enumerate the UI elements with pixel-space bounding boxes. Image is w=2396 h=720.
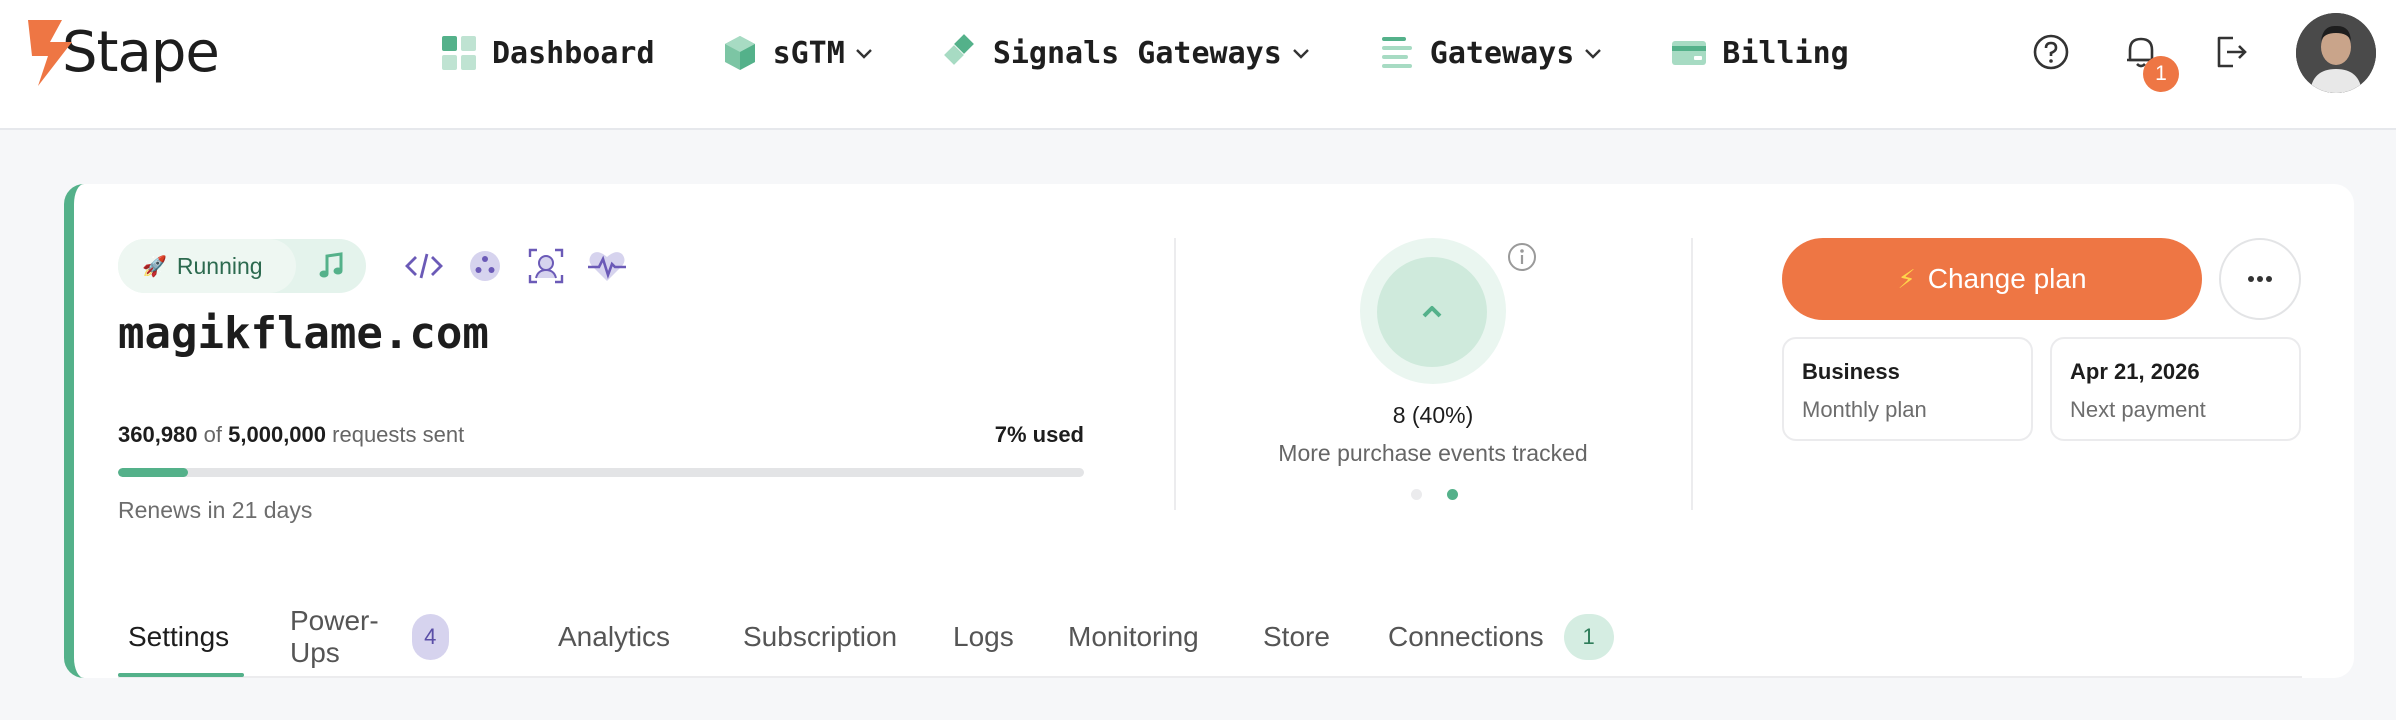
next-payment-date: Apr 21, 2026 [2070, 359, 2200, 384]
tab-subscription[interactable]: Subscription [733, 596, 897, 678]
tab-analytics[interactable]: Analytics [548, 596, 670, 678]
notification-badge: 1 [2143, 56, 2179, 92]
divider [1174, 238, 1176, 510]
status-toggle[interactable]: 🚀 Running [118, 239, 366, 293]
renews-text: Renews in 21 days [118, 497, 313, 523]
chevron-down-icon [855, 49, 872, 59]
tab-label: Subscription [743, 621, 898, 652]
logo-mark-icon [28, 20, 76, 86]
nav-sgtm-label: sGTM [772, 35, 845, 71]
plan-period: Monthly plan [1802, 397, 1927, 422]
logo-text: Stape [62, 20, 220, 85]
nav-billing[interactable]: Billing [1670, 28, 1849, 78]
promo-value: 8 (40%) [1392, 402, 1474, 428]
tab-connections[interactable]: Connections 1 [1378, 596, 1614, 678]
usage-text: 360,980 of 5,000,000 requests sent [118, 422, 464, 448]
tab-power-ups[interactable]: Power-Ups 4 [280, 596, 449, 678]
promo-expand-button[interactable] [1377, 257, 1487, 367]
card-icon [1672, 41, 1707, 65]
tab-store[interactable]: Store [1253, 596, 1330, 678]
promo-caption: More purchase events tracked [1278, 440, 1588, 466]
dashboard-icon [442, 36, 476, 70]
heartbeat-icon[interactable] [585, 244, 629, 288]
usage-total: 5,000,000 [228, 422, 327, 447]
plan-name: Business [1802, 359, 1900, 384]
chevron-down-icon [1585, 49, 1602, 59]
list-icon [1381, 37, 1412, 68]
nav-signals-gateways-label: Signals Gateways [992, 35, 1282, 71]
tab-label: Store [1263, 621, 1330, 652]
avatar[interactable] [2296, 13, 2376, 93]
face-scan-icon[interactable] [524, 244, 568, 288]
diamond-icon [943, 34, 974, 65]
help-icon[interactable] [2029, 30, 2073, 74]
carousel-dot-1[interactable] [1411, 489, 1422, 500]
ellipsis-icon [2248, 276, 2272, 282]
stape-logo[interactable]: Stape [28, 20, 220, 86]
top-header: Stape Dashboard sGTM Signals Gateways Ga… [0, 0, 2396, 130]
tab-label: Analytics [558, 621, 671, 652]
chevron-up-icon [1422, 306, 1442, 318]
usage-progress-fill [118, 468, 188, 477]
status-music [296, 239, 366, 293]
tab-label: Power-Ups [290, 605, 379, 668]
tab-label: Monitoring [1068, 621, 1199, 652]
tab-label: Settings [128, 621, 230, 652]
change-plan-label: Change plan [1927, 263, 2087, 294]
usage-used: 360,980 [118, 422, 198, 447]
nav-billing-label: Billing [1722, 35, 1849, 71]
tab-label: Connections [1388, 621, 1544, 652]
more-options-button[interactable] [2219, 238, 2301, 320]
chevron-down-icon [1292, 49, 1309, 59]
next-payment-label: Next payment [2070, 397, 2206, 422]
nav-dashboard-label: Dashboard [492, 35, 655, 71]
active-tab-indicator [118, 673, 244, 677]
change-plan-button[interactable]: ⚡ Change plan [1782, 238, 2202, 320]
main-nav: Dashboard sGTM Signals Gateways Gateways… [440, 28, 1915, 78]
user-photo-icon [2296, 13, 2376, 93]
status-running: 🚀 Running [118, 239, 296, 293]
info-icon[interactable] [1506, 241, 1538, 273]
tab-settings[interactable]: Settings [118, 596, 229, 678]
tab-logs[interactable]: Logs [943, 596, 1014, 678]
usage-progress-bar [118, 468, 1084, 477]
divider [1691, 238, 1693, 510]
nav-gateways-label: Gateways [1429, 35, 1575, 71]
container-domain: magikflame.com [118, 308, 489, 359]
tab-label: Logs [953, 621, 1014, 652]
plan-box: Business Monthly plan [1782, 337, 2033, 441]
music-note-icon [319, 252, 343, 278]
power-ups-badge: 4 [411, 614, 449, 660]
connections-badge: 1 [1563, 614, 1614, 660]
carousel-dot-2[interactable] [1447, 489, 1458, 500]
nav-gateways[interactable]: Gateways [1378, 28, 1605, 78]
rocket-icon: 🚀 [142, 255, 167, 278]
dots-icon[interactable] [463, 244, 507, 288]
nav-dashboard[interactable]: Dashboard [440, 28, 655, 78]
usage-percent: 7% used [994, 422, 1084, 447]
nav-sgtm[interactable]: sGTM [721, 28, 875, 78]
cube-icon [724, 36, 755, 70]
lightning-icon: ⚡ [1897, 263, 1916, 294]
logout-icon[interactable] [2209, 30, 2253, 74]
code-icon[interactable] [402, 244, 446, 288]
next-payment-box: Apr 21, 2026 Next payment [2050, 337, 2301, 441]
status-label: Running [176, 252, 263, 279]
usage-of: of [203, 422, 223, 447]
nav-signals-gateways[interactable]: Signals Gateways [941, 28, 1312, 78]
usage-suffix: requests sent [332, 422, 465, 447]
tab-monitoring[interactable]: Monitoring [1058, 596, 1199, 678]
